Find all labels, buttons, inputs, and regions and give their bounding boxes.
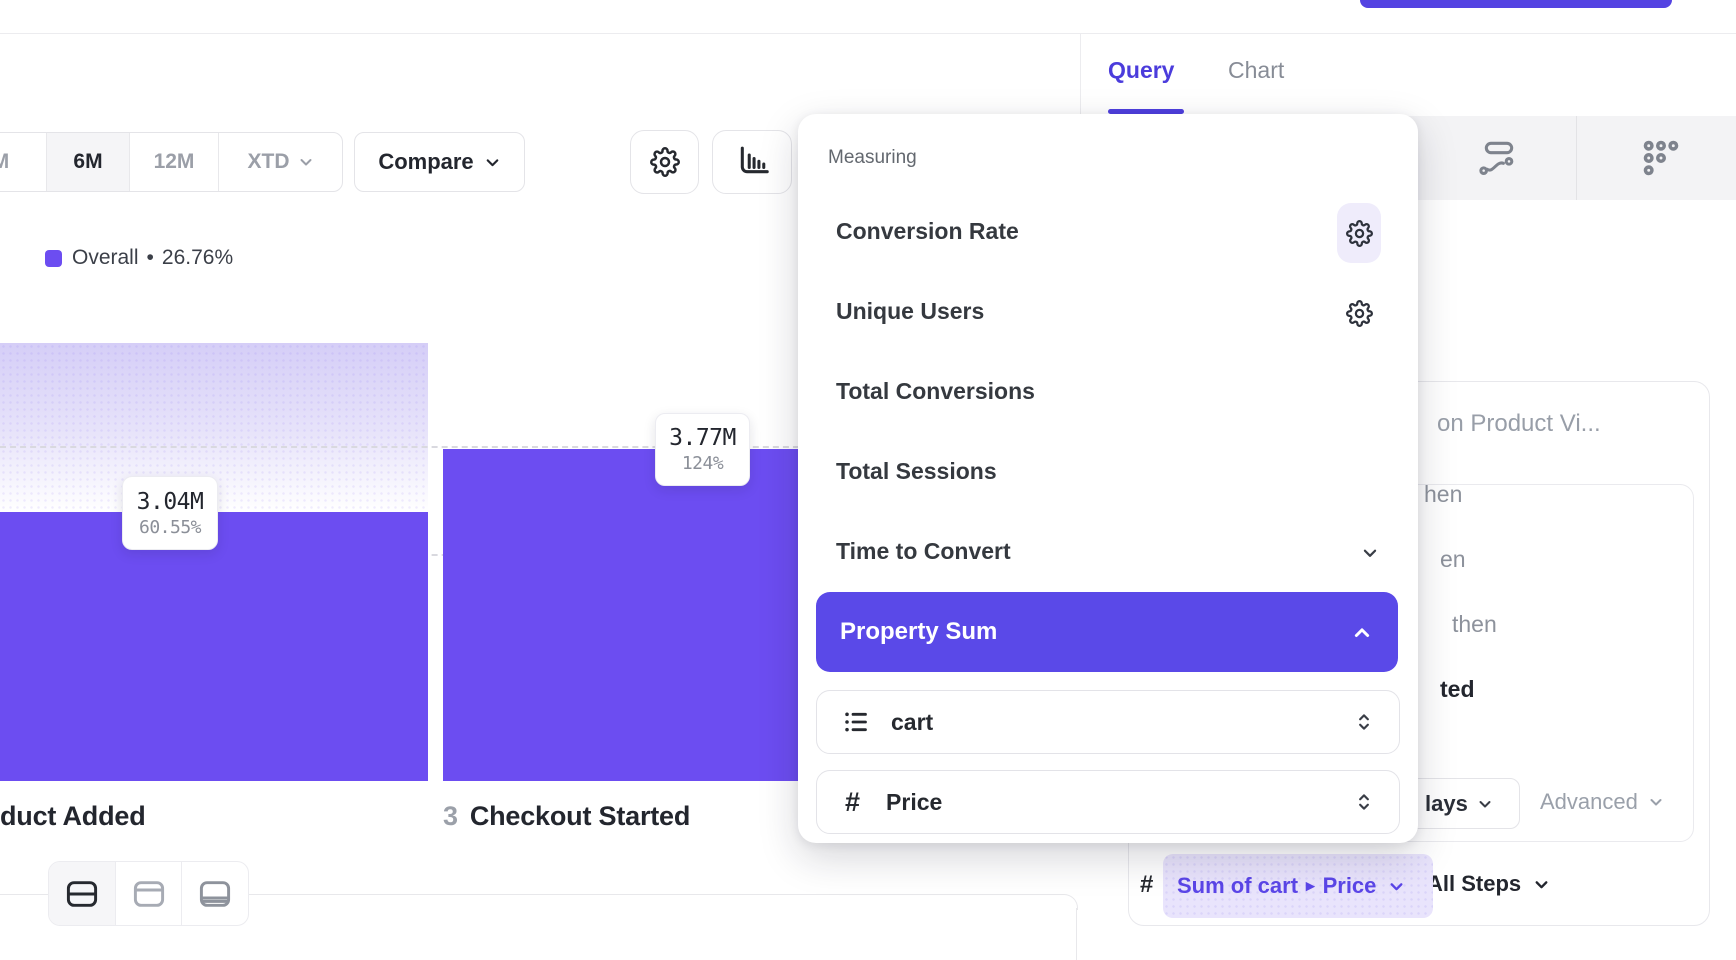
value-amount: 3.77M	[669, 425, 736, 451]
time-range-label: M	[0, 150, 9, 174]
bottom-panel-icon	[198, 879, 232, 909]
chevron-down-icon	[1388, 878, 1405, 895]
chart-settings-button[interactable]	[630, 130, 699, 194]
chevron-down-icon	[1533, 876, 1550, 893]
sum-pill-prefix: Sum of cart	[1177, 873, 1298, 899]
primary-action-button-partial[interactable]	[1360, 0, 1672, 8]
sum-pill-property: Price	[1323, 873, 1377, 899]
tab-label: Query	[1108, 57, 1174, 83]
time-range-label: 12M	[154, 150, 195, 174]
legend-series-name: Overall	[72, 246, 139, 270]
step-name: Checkout Started	[470, 801, 690, 831]
layout-top-panel-button[interactable]	[116, 862, 183, 925]
property-value-picker[interactable]: # Price	[816, 770, 1400, 834]
time-range-12m[interactable]: 12M	[130, 133, 219, 191]
step-row-fragment: hen	[1424, 481, 1462, 508]
tab-chart[interactable]: Chart	[1228, 57, 1284, 84]
step-row-fragment: en	[1440, 546, 1466, 573]
split-horizontal-icon	[65, 879, 99, 909]
chevron-down-icon	[484, 154, 501, 171]
top-panel-icon	[132, 879, 166, 909]
time-range-m[interactable]: M	[0, 133, 47, 191]
apps-grid-icon	[1641, 138, 1681, 178]
step-label-checkout-started: 3 Checkout Started	[443, 801, 690, 832]
top-bar	[0, 0, 1736, 34]
step-number: 3	[443, 801, 458, 831]
region-divider	[1080, 33, 1081, 116]
updown-stepper-icon	[1355, 791, 1373, 813]
hash-icon: #	[845, 787, 860, 818]
layout-toggle-group	[48, 861, 249, 926]
layout-split-horizontal-button[interactable]	[49, 862, 116, 925]
time-range-6m[interactable]: 6M	[47, 133, 130, 191]
measuring-title: Measuring	[828, 147, 917, 169]
menu-item-time-to-convert[interactable]: Time to Convert	[836, 538, 1011, 565]
conversion-window-button[interactable]: lays	[1408, 778, 1520, 829]
legend-swatch	[45, 250, 62, 267]
flows-icon	[1477, 138, 1517, 178]
time-range-label: XTD	[248, 150, 290, 174]
sum-of-cart-price-button[interactable]: Sum of cart ▸ Price	[1163, 854, 1433, 918]
tab-query[interactable]: Query	[1108, 57, 1174, 84]
holding-constant-fragment: on Product Vi...	[1437, 410, 1601, 438]
measuring-dropdown: Measuring Conversion Rate Unique Users T…	[798, 114, 1418, 843]
menu-item-total-sessions[interactable]: Total Sessions	[836, 458, 997, 485]
legend-separator: •	[147, 246, 154, 270]
all-steps-button[interactable]: All Steps	[1427, 871, 1550, 897]
gear-icon[interactable]	[1346, 220, 1373, 247]
menu-item-conversion-rate[interactable]: Conversion Rate	[836, 218, 1019, 245]
chevron-down-icon	[1648, 794, 1664, 810]
menu-item-property-sum-selected[interactable]: Property Sum	[816, 592, 1398, 672]
value-label-product-added: 3.04M 60.55%	[122, 476, 218, 550]
chevron-up-icon	[1352, 623, 1372, 643]
list-icon	[843, 709, 869, 735]
section-divider-vertical	[1076, 908, 1077, 960]
arrow-right-icon: ▸	[1306, 876, 1315, 896]
advanced-button[interactable]: Advanced	[1540, 789, 1664, 815]
toolbar-divider	[1576, 116, 1577, 200]
step-row-fragment: then	[1452, 611, 1497, 638]
value-label-checkout-started: 3.77M 124%	[655, 413, 750, 486]
property-sum-label: Property Sum	[840, 618, 997, 646]
value-amount: 3.04M	[137, 489, 204, 515]
step-label-product-added: duct Added	[0, 801, 146, 832]
step-name: duct Added	[0, 801, 146, 831]
time-range-group: M 6M 12M XTD	[0, 132, 343, 192]
picker-value: cart	[891, 709, 933, 736]
gear-icon	[650, 147, 680, 177]
legend-overall-conversion: 26.76%	[162, 246, 233, 270]
all-steps-label: All Steps	[1427, 871, 1521, 897]
compare-label: Compare	[378, 149, 473, 175]
value-percent: 124%	[682, 453, 723, 474]
flows-button[interactable]	[1477, 138, 1517, 178]
time-range-label: 6M	[73, 150, 102, 174]
menu-item-total-conversions[interactable]: Total Conversions	[836, 378, 1035, 405]
advanced-label: Advanced	[1540, 789, 1638, 815]
updown-stepper-icon	[1355, 711, 1373, 733]
legend: Overall • 26.76%	[45, 246, 233, 270]
numeric-property-icon: #	[1140, 871, 1153, 899]
tab-label: Chart	[1228, 57, 1284, 83]
bar-chart-icon	[734, 144, 770, 180]
step-row-fragment: ted	[1440, 676, 1475, 703]
chevron-down-icon	[298, 154, 314, 170]
gear-icon[interactable]	[1346, 300, 1373, 327]
funnel-bar-product-added[interactable]	[0, 512, 428, 781]
chart-type-button[interactable]	[712, 130, 792, 194]
conversion-window-fragment: lays	[1425, 791, 1468, 817]
value-percent: 60.55%	[139, 517, 201, 538]
compare-button[interactable]: Compare	[354, 132, 525, 192]
property-event-picker[interactable]: cart	[816, 690, 1400, 754]
chevron-down-icon	[1361, 544, 1379, 562]
apps-grid-button[interactable]	[1641, 138, 1681, 178]
layout-bottom-panel-button[interactable]	[182, 862, 248, 925]
chevron-down-icon	[1477, 796, 1493, 812]
time-range-xtd[interactable]: XTD	[219, 133, 342, 191]
menu-item-unique-users[interactable]: Unique Users	[836, 298, 984, 325]
picker-value: Price	[886, 789, 942, 816]
